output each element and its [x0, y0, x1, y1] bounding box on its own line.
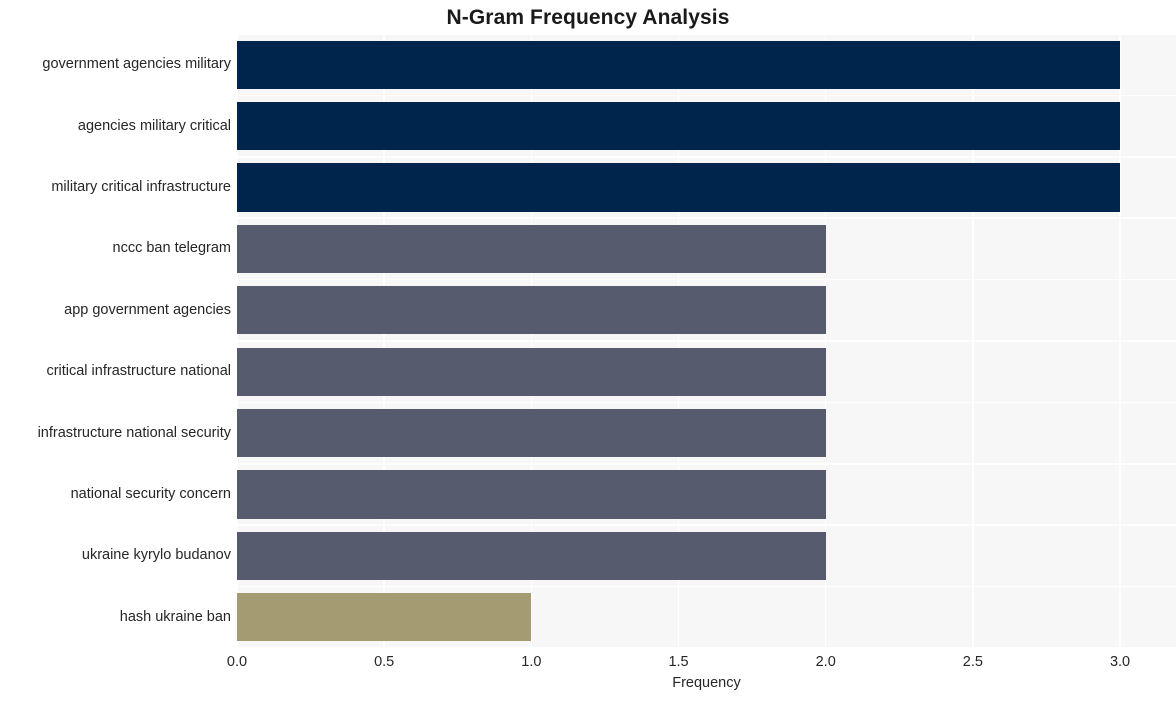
gridline-y-1	[237, 94, 1176, 97]
bar[interactable]	[237, 347, 826, 396]
bar[interactable]	[237, 286, 826, 335]
y-tick-label: agencies military critical	[77, 117, 231, 134]
gridline-y-7	[237, 463, 1176, 465]
chart-title: N-Gram Frequency Analysis	[446, 6, 730, 29]
bar[interactable]	[237, 102, 1121, 151]
x-tick-label: 0.0	[226, 654, 248, 670]
gridline-y-8	[237, 524, 1176, 526]
gridline-y-9	[237, 585, 1176, 588]
gridline-y-5	[237, 340, 1176, 342]
x-tick-label: 2.0	[815, 654, 836, 670]
y-tick-label: nccc ban telegram	[112, 240, 231, 257]
gridline-y-4	[237, 278, 1176, 281]
bar[interactable]	[237, 593, 532, 642]
gridline-y-6	[237, 401, 1176, 404]
gridline-y-2	[237, 156, 1176, 158]
y-tick-label: military critical infrastructure	[51, 179, 231, 195]
bar[interactable]	[237, 531, 826, 580]
y-tick-label: hash ukraine ban	[119, 608, 231, 625]
y-tick-label: government agencies military	[42, 56, 231, 73]
x-tick-label: 0.5	[374, 654, 395, 670]
y-tick-label: infrastructure national security	[37, 424, 231, 441]
bar[interactable]	[237, 470, 826, 519]
x-tick-label: 3.0	[1109, 654, 1131, 670]
y-tick-label: ukraine kyrylo budanov	[81, 547, 231, 564]
x-tick-label: 2.5	[962, 654, 983, 670]
chart-figure: N-Gram Frequency Analysis government age…	[0, 0, 1176, 701]
y-tick-label: critical infrastructure national	[46, 363, 231, 380]
y-tick-label: app government agencies	[64, 301, 231, 318]
gridline-y-3	[237, 217, 1176, 219]
plot-area	[237, 34, 1176, 648]
y-tick-label: national security concern	[70, 486, 231, 502]
x-axis-title: Frequency	[672, 675, 741, 691]
x-tick-label: 1.0	[521, 654, 542, 670]
x-tick-label: 1.5	[668, 654, 689, 670]
gridline-y-0	[237, 34, 1176, 35]
bar[interactable]	[237, 163, 1121, 212]
bar[interactable]	[237, 409, 826, 458]
bar[interactable]	[237, 40, 1121, 89]
y-axis-tick-labels: government agencies military agencies mil…	[0, 34, 231, 648]
bar[interactable]	[237, 224, 826, 273]
